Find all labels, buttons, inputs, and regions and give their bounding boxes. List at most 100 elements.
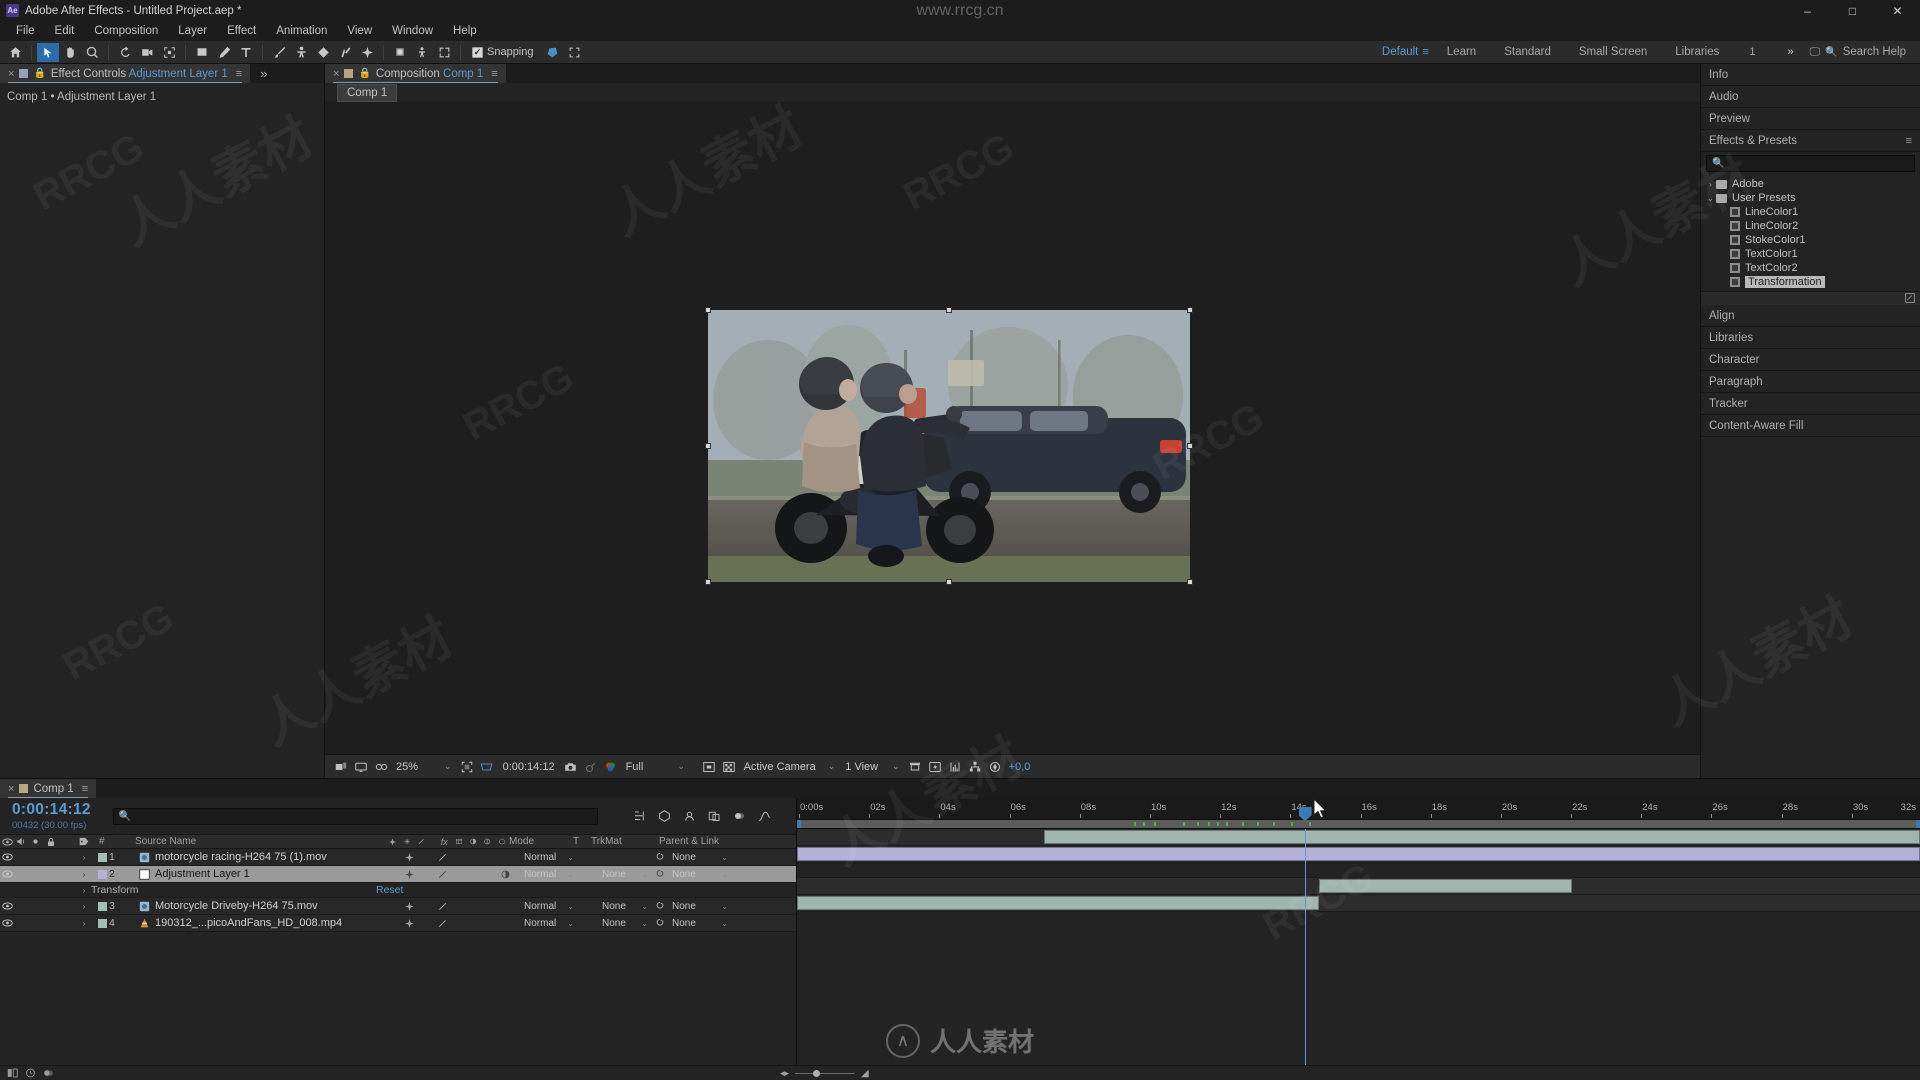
layer-trkmat-select[interactable] [599, 851, 651, 864]
resize-handle-bc[interactable] [946, 579, 952, 585]
keyframe-marker[interactable] [1273, 822, 1276, 826]
effects-tree-item[interactable]: ⌄ User Presets [1701, 191, 1920, 205]
channel-rgb-icon[interactable] [601, 758, 621, 776]
layer-trkmat-select[interactable]: None ⌄ [599, 900, 651, 913]
keyframe-marker[interactable] [1133, 822, 1136, 826]
layer-parent-select[interactable]: None ⌄ [669, 900, 731, 913]
layer-trkmat-select[interactable]: None ⌄ [599, 868, 651, 881]
layer-duration-bar[interactable] [797, 896, 1320, 910]
menu-view[interactable]: View [337, 21, 382, 41]
menu-edit[interactable]: Edit [45, 21, 85, 41]
keyframe-marker[interactable] [1208, 822, 1210, 826]
layer-track-row[interactable] [797, 829, 1920, 846]
resize-handle-mr[interactable] [1187, 443, 1193, 449]
effects-search-input[interactable]: 🔍 [1706, 155, 1915, 172]
workspace-libraries[interactable]: Libraries [1661, 41, 1733, 64]
shape-tool-icon[interactable] [191, 43, 213, 62]
layer-label-swatch[interactable] [95, 915, 109, 931]
menu-effect[interactable]: Effect [217, 21, 266, 41]
workspace-count[interactable]: 1 [1733, 46, 1771, 58]
layer-audio-toggle[interactable] [14, 849, 28, 865]
index-column-header[interactable]: # [95, 835, 115, 848]
renderer-icon[interactable] [965, 758, 985, 776]
layer-visibility-toggle[interactable] [0, 915, 14, 931]
pan-behind-tool-icon[interactable] [158, 43, 180, 62]
layer-label-swatch[interactable] [95, 849, 109, 865]
t-column-header[interactable]: T [569, 835, 587, 848]
effects-tree-item[interactable]: LineColor1 [1701, 205, 1920, 219]
expand-panels-button[interactable]: » [250, 64, 277, 83]
layer-trkmat-select[interactable]: None ⌄ [599, 917, 651, 930]
time-ruler[interactable]: 0:00s02s04s06s08s10s12s14s16s18s20s22s24… [797, 798, 1920, 820]
close-button[interactable]: ✕ [1875, 0, 1920, 21]
layer-row[interactable]: › 3 Motorcycle Driveby-H264 75.mov Normal ⌄ N… [0, 898, 796, 915]
lock-icon[interactable]: 🔒 [33, 68, 45, 79]
panel-menu-icon[interactable]: ≡ [236, 68, 242, 80]
effects-tree-item[interactable]: TextColor1 [1701, 247, 1920, 261]
maximize-button[interactable]: □ [1830, 0, 1875, 21]
workspace-menu-icon[interactable]: ≡ [1422, 46, 1428, 58]
layer-row[interactable]: › 4 190312_...picoAndFans_HD_008.mp4 Normal… [0, 915, 796, 932]
shape-fill-icon[interactable] [389, 43, 411, 62]
tab-composition[interactable]: × 🔒 Composition Comp 1 ≡ [325, 64, 506, 83]
effects-tree-item[interactable]: Transformation [1701, 275, 1920, 289]
panel-align[interactable]: Align [1701, 305, 1920, 327]
layer-visibility-toggle[interactable] [0, 849, 14, 865]
type-tool-icon[interactable] [235, 43, 257, 62]
zoom-knob[interactable] [813, 1069, 821, 1077]
layer-audio-toggle[interactable] [14, 898, 28, 914]
camera-select[interactable]: Active Camera ⌄ [739, 761, 841, 773]
main-viewer-icon[interactable] [351, 758, 371, 776]
composition-mini-flowchart-icon[interactable] [630, 807, 650, 825]
layer-duration-bar[interactable] [1044, 830, 1920, 844]
layer-source-name[interactable]: Adjustment Layer 1 [155, 866, 401, 882]
exposure-value[interactable]: +0,0 [1005, 761, 1031, 773]
brush-tool-icon[interactable] [268, 43, 290, 62]
effects-tree-item[interactable]: › Adobe [1701, 177, 1920, 191]
selection-tool-icon[interactable] [37, 42, 59, 62]
transform-box-icon[interactable] [564, 43, 586, 62]
layer-mode-select[interactable]: Normal ⌄ [521, 868, 577, 881]
keyframe-marker[interactable] [1291, 822, 1294, 826]
keyframe-marker[interactable] [1257, 822, 1260, 826]
layer-track-row[interactable] [797, 878, 1920, 895]
menu-layer[interactable]: Layer [168, 21, 217, 41]
layer-source-name[interactable]: 190312_...picoAndFans_HD_008.mp4 [155, 915, 401, 931]
close-icon[interactable]: × [8, 68, 14, 80]
current-time-display[interactable]: 0:00:14:12 00432 (30.00 fps) [12, 801, 91, 831]
layer-mode-select[interactable]: Normal ⌄ [521, 851, 577, 864]
layer-audio-toggle[interactable] [14, 866, 28, 882]
panel-libraries[interactable]: Libraries [1701, 327, 1920, 349]
tab-effect-controls[interactable]: × 🔒 Effect Controls Adjustment Layer 1 ≡ [0, 64, 251, 83]
eraser-tool-icon[interactable] [312, 43, 334, 62]
snap-magnet-icon[interactable] [542, 43, 564, 62]
layer-expand-icon[interactable]: › [73, 849, 95, 865]
layer-source-name[interactable]: Motorcycle Driveby-H264 75.mov [155, 898, 401, 914]
reset-link[interactable]: Reset [376, 883, 403, 897]
puppet-pin-icon[interactable] [411, 43, 433, 62]
menu-help[interactable]: Help [443, 21, 487, 41]
menu-composition[interactable]: Composition [84, 21, 168, 41]
keyframe-marker[interactable] [1196, 822, 1199, 826]
panel-menu-icon[interactable]: ≡ [491, 68, 497, 80]
view-layout-select[interactable]: 1 View ⌄ [840, 761, 904, 773]
composition-frame[interactable] [705, 307, 1193, 585]
parent-pickwhip-icon[interactable] [651, 898, 669, 914]
layer-expand-icon[interactable]: › [73, 866, 95, 882]
current-time-indicator[interactable] [1298, 807, 1312, 1065]
mask-tool-icon[interactable] [433, 43, 455, 62]
tab-timeline-comp[interactable]: × Comp 1 ≡ [0, 779, 97, 798]
region-icon[interactable] [699, 758, 719, 776]
pixel-aspect-icon[interactable] [905, 758, 925, 776]
keyframe-marker[interactable] [1183, 822, 1186, 826]
puppet-tool-icon[interactable] [290, 43, 312, 62]
resize-handle-bl[interactable] [705, 579, 711, 585]
resize-handle-ml[interactable] [705, 443, 711, 449]
layer-solo-toggle[interactable] [28, 915, 42, 931]
mode-column-header[interactable]: Mode [505, 835, 569, 848]
workspace-learn[interactable]: Learn [1433, 41, 1490, 64]
parent-column-header[interactable]: Parent & Link [655, 835, 755, 848]
region-of-interest-icon[interactable] [457, 758, 477, 776]
graph-editor-icon[interactable] [755, 807, 775, 825]
frame-render-time-icon[interactable] [24, 1067, 36, 1079]
